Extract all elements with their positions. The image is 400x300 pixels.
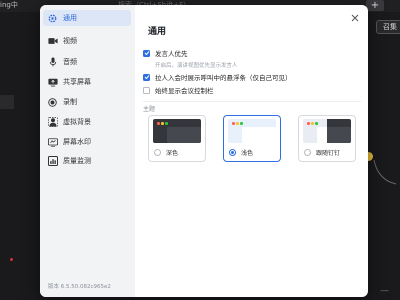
sidebar-item-quality-monitor[interactable]: 质量监测	[43, 153, 131, 169]
app-status-text: ing中	[0, 1, 18, 9]
theme-card-light[interactable]: 浅色	[223, 115, 281, 162]
radio-unselected-icon[interactable]	[304, 149, 311, 156]
mic-icon	[47, 57, 58, 68]
theme-label: 深色	[166, 150, 179, 157]
virtual-background-icon	[47, 117, 58, 128]
checkbox-checked-icon[interactable]	[143, 49, 150, 57]
add-button[interactable]: +	[366, 0, 384, 11]
page-title: 通用	[148, 27, 167, 37]
checkbox-unchecked-icon[interactable]	[143, 86, 150, 94]
checkbox-checked-icon[interactable]	[143, 73, 150, 81]
settings-dialog: 通用 视频 音频 共享屏幕 录制 虚拟背景 屏幕水印 质量监测 版本 6.5.5…	[40, 5, 368, 297]
sidebar-item-audio[interactable]: 音频	[43, 54, 131, 70]
sidebar-item-record[interactable]: 录制	[43, 94, 131, 110]
theme-preview-follow	[303, 119, 351, 143]
theme-section-label: 主题	[143, 106, 156, 113]
minimize-control[interactable]: —	[380, 286, 389, 296]
gear-icon	[47, 13, 58, 24]
sidebar-item-label: 音频	[63, 58, 77, 66]
screen-share-icon	[47, 77, 58, 88]
quality-monitor-icon	[47, 156, 58, 167]
left-panel-tab	[0, 95, 14, 109]
option-calling-float-bar[interactable]: 拉人入会时展示呼叫中的悬浮条（仅自己可见）	[143, 72, 292, 82]
radio-selected-icon[interactable]	[229, 149, 236, 156]
sidebar-item-label: 虚拟背景	[63, 118, 91, 126]
theme-preview-dark	[153, 119, 201, 143]
theme-label: 跟随钉钉	[316, 150, 341, 157]
sidebar-item-screen-share[interactable]: 共享屏幕	[43, 74, 131, 90]
close-icon[interactable]	[349, 12, 361, 24]
theme-card-follow[interactable]: 跟随钉钉	[298, 115, 356, 162]
camera-icon	[47, 36, 58, 47]
option-always-show-controls[interactable]: 始终显示会议控制栏	[143, 85, 214, 95]
theme-label: 浅色	[241, 150, 254, 157]
sidebar-item-label: 视频	[63, 37, 77, 45]
right-side-button[interactable]: 召集	[376, 20, 400, 34]
speaker-priority-note: 开启后，演讲视图优先显示发言人	[155, 63, 238, 69]
sidebar-item-label: 录制	[63, 98, 77, 106]
background-curve	[373, 160, 397, 185]
option-label: 拉人入会时展示呼叫中的悬浮条（仅自己可见）	[155, 74, 292, 82]
settings-sidebar: 通用 视频 音频 共享屏幕 录制 虚拟背景 屏幕水印 质量监测 版本 6.5.5…	[40, 5, 135, 297]
sidebar-item-label: 共享屏幕	[63, 78, 91, 86]
version-label: 版本 6.5.50.082c965e2	[48, 284, 111, 290]
theme-preview-light	[228, 119, 276, 143]
option-label: 发言人优先	[155, 50, 188, 58]
sidebar-item-watermark[interactable]: 屏幕水印	[43, 134, 131, 150]
sidebar-item-virtual-background[interactable]: 虚拟背景	[43, 114, 131, 130]
sidebar-item-video[interactable]: 视频	[43, 33, 131, 49]
red-indicator-dot	[10, 258, 13, 261]
record-icon	[47, 97, 58, 108]
section-divider	[143, 101, 361, 102]
sidebar-item-general[interactable]: 通用	[43, 10, 131, 26]
option-label: 始终显示会议控制栏	[155, 87, 214, 95]
watermark-icon	[47, 137, 58, 148]
radio-unselected-icon[interactable]	[154, 149, 161, 156]
sidebar-item-label: 通用	[63, 14, 77, 22]
option-speaker-priority[interactable]: 发言人优先	[143, 48, 188, 58]
sidebar-item-label: 屏幕水印	[63, 138, 91, 146]
sidebar-item-label: 质量监测	[63, 157, 91, 165]
theme-card-dark[interactable]: 深色	[148, 115, 206, 162]
settings-content: 通用 发言人优先 开启后，演讲视图优先显示发言人 拉人入会时展示呼叫中的悬浮条（…	[135, 5, 368, 297]
